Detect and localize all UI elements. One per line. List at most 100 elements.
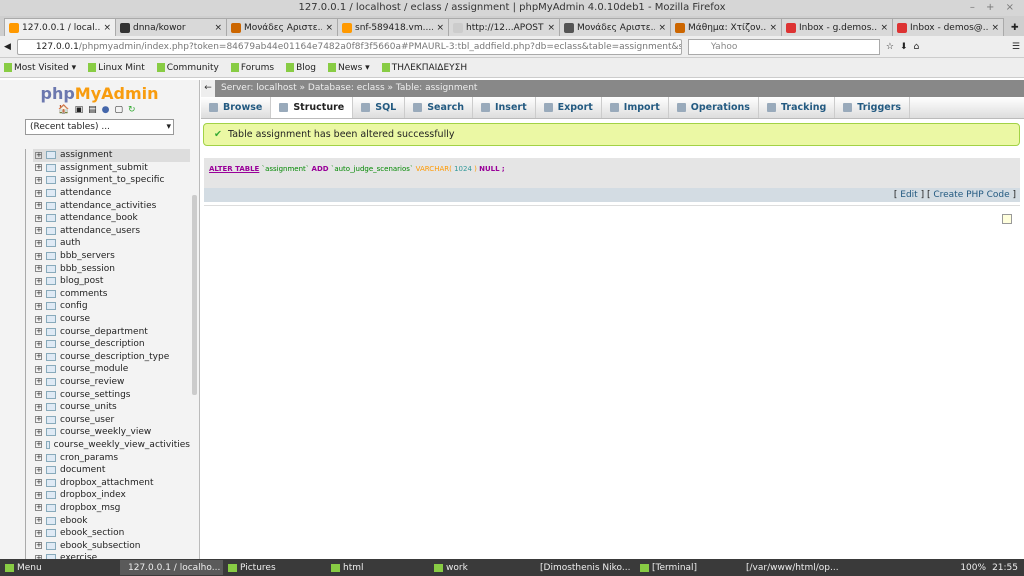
browser-tab[interactable]: 127.0.0.1 / local... × xyxy=(4,18,116,36)
taskbar-item[interactable]: [/var/www/html/op... xyxy=(738,560,841,575)
expand-icon[interactable]: + xyxy=(35,277,42,285)
expand-icon[interactable]: + xyxy=(35,416,42,424)
table-item[interactable]: + course_weekly_view_activities xyxy=(33,439,190,452)
table-item[interactable]: + course_department xyxy=(33,325,190,338)
start-menu-button[interactable]: Menu xyxy=(0,560,48,575)
search-input[interactable]: Yahoo xyxy=(687,38,880,55)
table-item[interactable]: + attendance_activities xyxy=(33,199,190,212)
expand-icon[interactable]: + xyxy=(35,328,42,336)
expand-icon[interactable]: + xyxy=(35,491,42,499)
table-item[interactable]: + course_description xyxy=(33,338,190,351)
tab-import[interactable]: Import xyxy=(602,97,669,118)
bookmark-item[interactable]: Forums xyxy=(230,62,274,73)
browser-tab[interactable]: snf-589418.vm.... × xyxy=(337,18,449,36)
bookmark-item[interactable]: ΤΗΛΕΚΠΑΙΔΕΥΣΗ xyxy=(381,62,467,73)
table-item[interactable]: + assignment_to_specific xyxy=(33,174,190,187)
bookmark-item[interactable]: Most Visited ▾ xyxy=(4,62,76,73)
breadcrumb-db[interactable]: Database: eclass xyxy=(308,83,385,93)
page-settings-icon[interactable] xyxy=(1002,214,1012,224)
new-tab-button[interactable]: ✚ xyxy=(1011,23,1019,33)
phpmyadmin-logo[interactable]: phpMyAdmin xyxy=(0,84,199,103)
expand-icon[interactable]: + xyxy=(35,239,42,247)
browser-tab[interactable]: http://12...APOST100× xyxy=(448,18,560,36)
table-item[interactable]: + config xyxy=(33,300,190,313)
expand-icon[interactable]: + xyxy=(35,378,42,386)
tab-insert[interactable]: Insert xyxy=(473,97,536,118)
breadcrumb-table[interactable]: Table: assignment xyxy=(396,83,478,93)
expand-icon[interactable]: + xyxy=(35,315,42,323)
expand-icon[interactable]: + xyxy=(35,353,42,361)
expand-icon[interactable]: + xyxy=(35,391,42,399)
close-tab-icon[interactable]: × xyxy=(658,23,666,33)
expand-icon[interactable]: + xyxy=(35,454,42,462)
home-icon[interactable]: 🏠 xyxy=(58,105,74,115)
expand-icon[interactable]: + xyxy=(35,542,42,550)
expand-icon[interactable]: + xyxy=(35,214,42,222)
close-tab-icon[interactable]: × xyxy=(214,23,222,33)
query-icon[interactable]: ▤ xyxy=(88,105,102,115)
tab-search[interactable]: Search xyxy=(405,97,473,118)
table-item[interactable]: + course xyxy=(33,313,190,326)
help-icon[interactable]: ● xyxy=(102,105,115,115)
browser-tab[interactable]: Μάθημα: Χτίζον... × xyxy=(670,18,782,36)
create-php-code-link[interactable]: Create PHP Code xyxy=(933,190,1009,200)
reload-icon[interactable]: ↻ xyxy=(128,105,141,115)
expand-icon[interactable]: + xyxy=(35,302,42,310)
table-item[interactable]: + exercise xyxy=(33,552,190,559)
recent-tables-select[interactable]: (Recent tables) ... xyxy=(25,119,174,135)
taskbar-item[interactable]: Pictures xyxy=(223,560,326,575)
tab-browse[interactable]: Browse xyxy=(201,97,272,118)
table-item[interactable]: + document xyxy=(33,464,190,477)
table-item[interactable]: + bbb_session xyxy=(33,262,190,275)
close-tab-icon[interactable]: × xyxy=(103,23,111,33)
download-icon[interactable]: ⬇ xyxy=(900,42,908,52)
expand-icon[interactable]: + xyxy=(35,202,42,210)
collapse-sidebar-button[interactable]: ← xyxy=(201,80,215,97)
logout-icon[interactable]: ▣ xyxy=(75,105,89,115)
table-item[interactable]: + ebook_section xyxy=(33,527,190,540)
close-tab-icon[interactable]: × xyxy=(991,23,999,33)
expand-icon[interactable]: + xyxy=(35,529,42,537)
table-item[interactable]: + dropbox_msg xyxy=(33,502,190,515)
browser-tab[interactable]: dnna/kowor × xyxy=(115,18,227,36)
expand-icon[interactable]: + xyxy=(35,227,42,235)
bookmark-item[interactable]: Community xyxy=(156,62,219,73)
window-controls[interactable]: – + × xyxy=(970,0,1018,16)
table-item[interactable]: + dropbox_index xyxy=(33,489,190,502)
menu-icon[interactable]: ☰ xyxy=(1012,42,1020,52)
table-item[interactable]: + bbb_servers xyxy=(33,250,190,263)
bookmark-item[interactable]: News ▾ xyxy=(328,62,370,73)
expand-icon[interactable]: + xyxy=(35,517,42,525)
table-item[interactable]: + blog_post xyxy=(33,275,190,288)
expand-icon[interactable]: + xyxy=(35,151,42,159)
clock[interactable]: 21:55 xyxy=(992,563,1018,573)
bookmark-item[interactable]: Blog xyxy=(286,62,316,73)
taskbar-item[interactable]: work xyxy=(429,560,532,575)
table-item[interactable]: + comments xyxy=(33,288,190,301)
url-bar[interactable]: 127.0.0.1/phpmyadmin/index.php?token=846… xyxy=(16,38,682,55)
table-item[interactable]: + ebook_subsection xyxy=(33,539,190,552)
table-item[interactable]: + course_user xyxy=(33,413,190,426)
table-item[interactable]: + attendance_users xyxy=(33,225,190,238)
tab-structure[interactable]: Structure xyxy=(271,97,354,118)
close-tab-icon[interactable]: × xyxy=(769,23,777,33)
table-item[interactable]: + course_weekly_view xyxy=(33,426,190,439)
tab-export[interactable]: Export xyxy=(536,97,602,118)
table-item[interactable]: + course_settings xyxy=(33,388,190,401)
expand-icon[interactable]: + xyxy=(35,290,42,298)
close-tab-icon[interactable]: × xyxy=(436,23,444,33)
browser-tab[interactable]: Inbox - g.demos... × xyxy=(781,18,893,36)
expand-icon[interactable]: + xyxy=(35,252,42,260)
expand-icon[interactable]: + xyxy=(35,365,42,373)
expand-icon[interactable]: + xyxy=(35,265,42,273)
close-tab-icon[interactable]: × xyxy=(880,23,888,33)
tab-triggers[interactable]: Triggers xyxy=(835,97,911,118)
table-item[interactable]: + cron_params xyxy=(33,451,190,464)
expand-icon[interactable]: + xyxy=(35,466,42,474)
taskbar-item[interactable]: html xyxy=(326,560,429,575)
table-item[interactable]: + ebook xyxy=(33,514,190,527)
close-tab-icon[interactable]: × xyxy=(325,23,333,33)
expand-icon[interactable]: + xyxy=(35,340,42,348)
browser-tab[interactable]: Μονάδες Αριστε... × xyxy=(226,18,338,36)
taskbar-item[interactable]: [Dimosthenis Niko... xyxy=(532,560,635,575)
